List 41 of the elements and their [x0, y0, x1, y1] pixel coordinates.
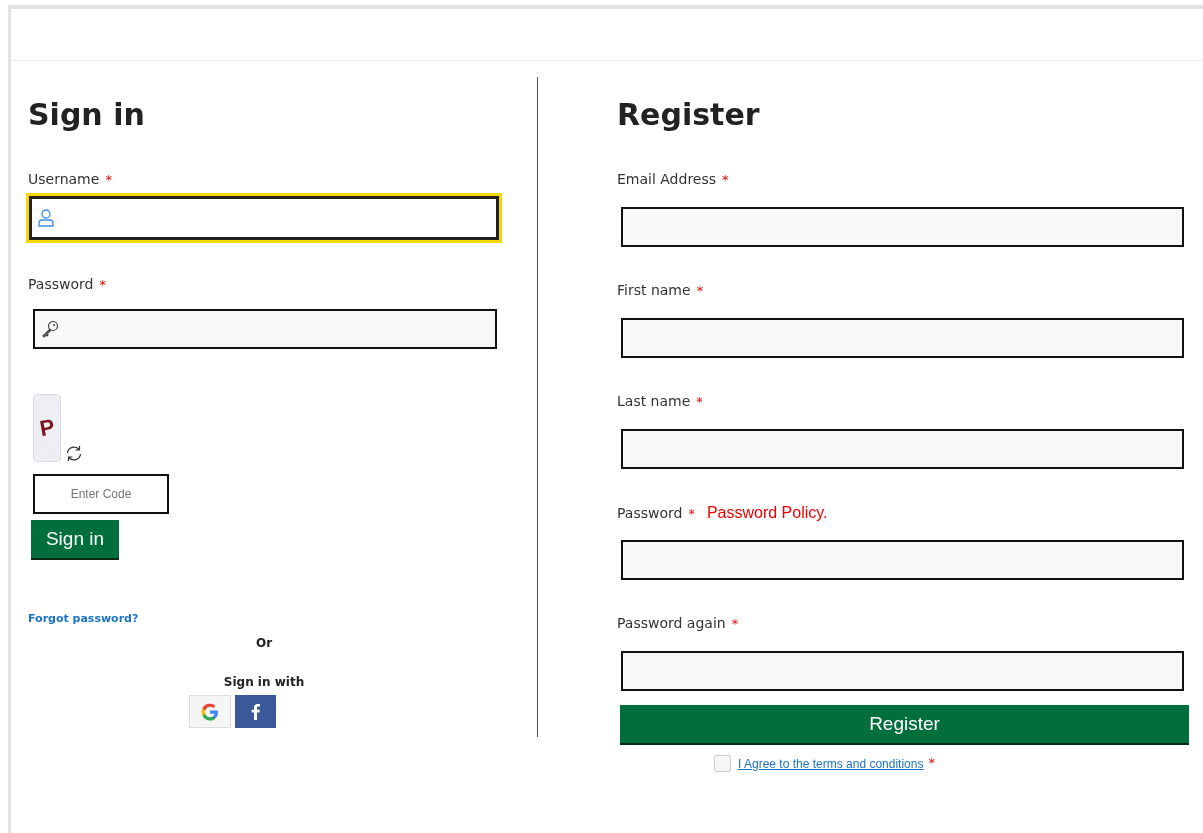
facebook-sign-in-button[interactable]: [234, 695, 276, 728]
field-label: Email Address: [617, 171, 717, 187]
section-title: Sign in: [28, 96, 146, 134]
input-field[interactable]: [621, 651, 1184, 691]
user-icon: [38, 209, 54, 227]
section-title: Register: [617, 96, 761, 134]
password-policy-link[interactable]: Password Policy.: [706, 504, 828, 522]
captcha-input[interactable]: Enter Code: [33, 474, 169, 514]
facebook-icon: [250, 703, 260, 720]
google-sign-in-button[interactable]: [188, 695, 231, 728]
required-mark: *: [99, 277, 106, 292]
terms-checkbox[interactable]: [714, 755, 731, 772]
required-mark: *: [688, 506, 695, 521]
field-label: Last name: [617, 393, 691, 409]
captcha-image: P: [33, 394, 61, 462]
input-field[interactable]: [28, 195, 500, 241]
field-label: First name: [617, 282, 691, 298]
google-icon: [200, 702, 219, 721]
required-mark: *: [722, 172, 729, 187]
social-heading: Sign in with: [223, 675, 305, 689]
key-icon: [41, 320, 59, 338]
field-label: Password: [617, 505, 683, 521]
field-label: Username: [28, 171, 100, 187]
input-field[interactable]: [621, 207, 1184, 247]
refresh-icon[interactable]: [65, 445, 83, 462]
register-button[interactable]: Register: [620, 705, 1189, 745]
forgot-password-link[interactable]: Forgot password?: [28, 612, 139, 625]
input-field[interactable]: [33, 309, 497, 349]
required-mark: *: [696, 394, 703, 409]
input-field[interactable]: [621, 540, 1184, 580]
input-field[interactable]: [621, 429, 1184, 469]
required-mark: *: [731, 616, 739, 631]
required-mark: *: [928, 755, 935, 770]
input-field[interactable]: [621, 318, 1184, 358]
required-mark: *: [105, 172, 112, 187]
terms-link[interactable]: I Agree to the terms and conditions: [738, 756, 924, 771]
field-label: Password: [28, 276, 94, 292]
required-mark: *: [696, 283, 704, 298]
sign-in-button[interactable]: Sign in: [31, 520, 119, 560]
separator-text: Or: [255, 636, 273, 650]
field-label: Password again: [617, 615, 726, 631]
